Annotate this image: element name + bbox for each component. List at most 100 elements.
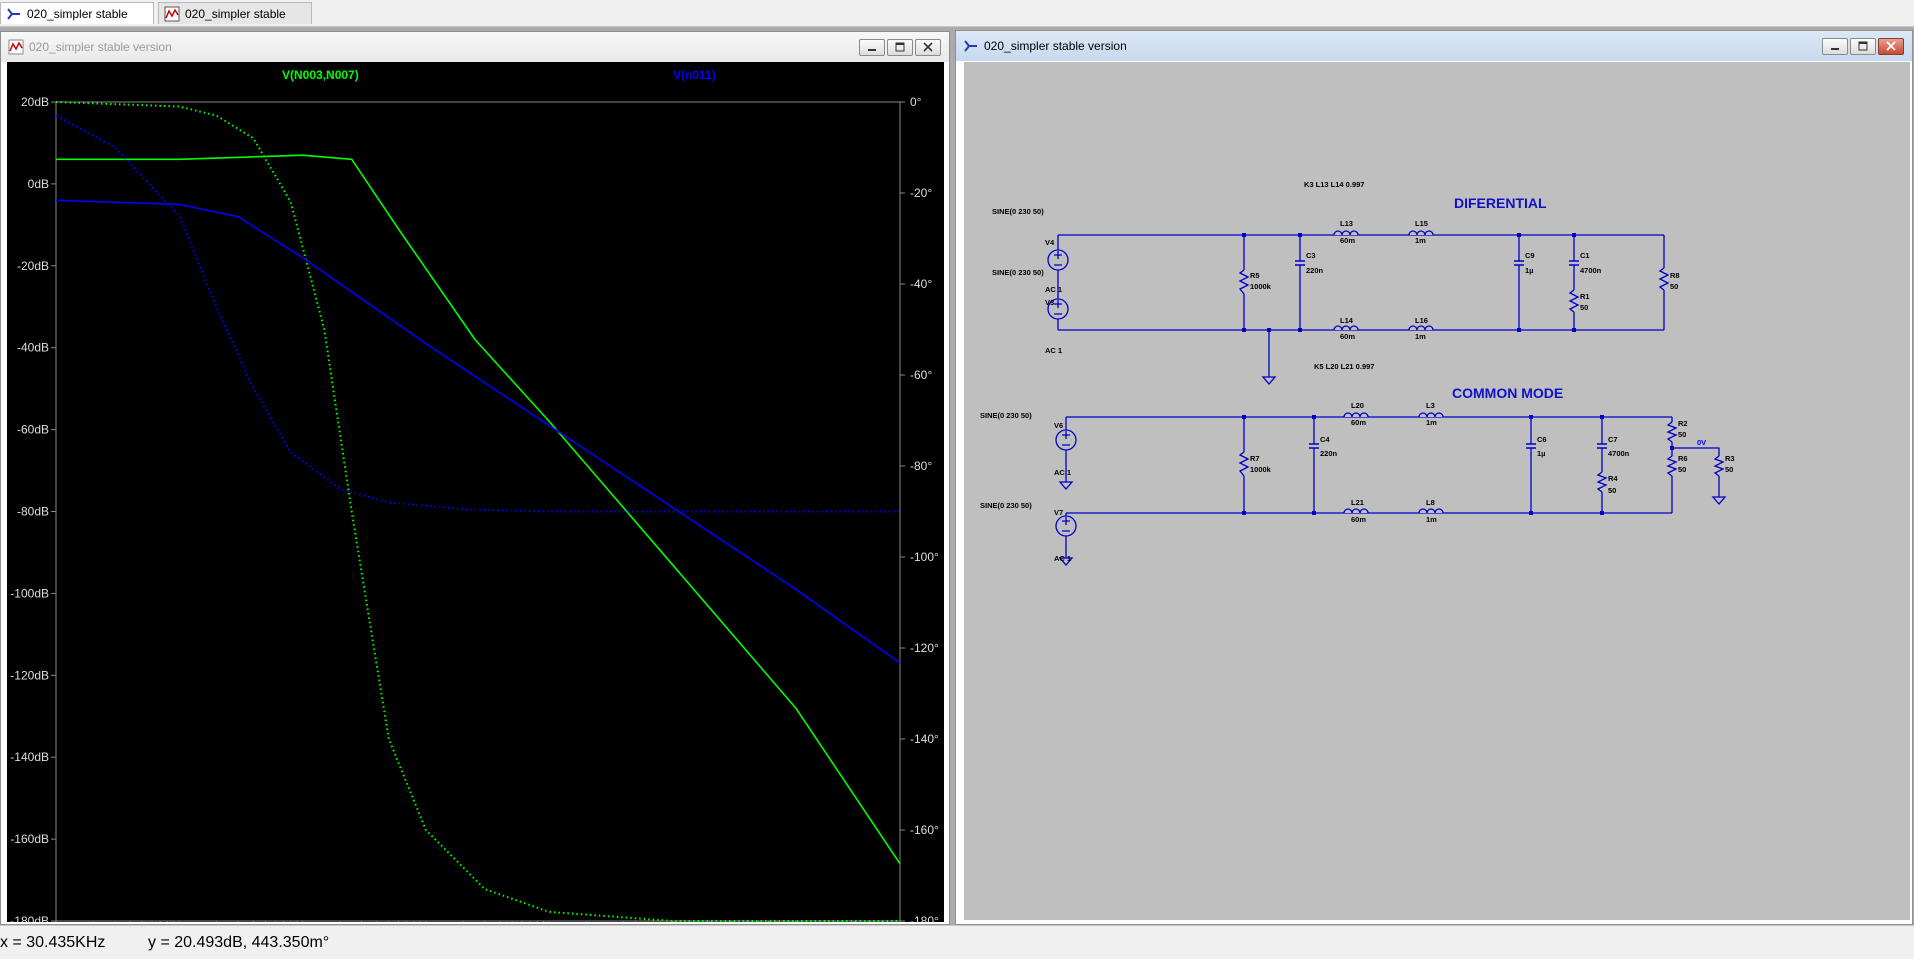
r8-value: 50 xyxy=(1670,282,1678,291)
l3-label: L3 xyxy=(1426,401,1435,410)
minimize-button[interactable] xyxy=(1822,38,1848,55)
node-voltage-label: 0V xyxy=(1697,438,1706,447)
trace-v-n003-n007-phase xyxy=(55,101,900,922)
close-button[interactable] xyxy=(915,39,941,56)
r6-value: 50 xyxy=(1678,465,1686,474)
right-tick-label: -120° xyxy=(910,641,939,655)
restore-button[interactable] xyxy=(887,39,913,56)
trace-v-n011-magnitude xyxy=(55,199,901,664)
l13-value: 60m xyxy=(1340,236,1355,245)
minimize-icon xyxy=(868,49,876,51)
schematic-window-titlebar[interactable]: 020_simpler stable version xyxy=(956,31,1912,61)
left-tick-label: 20dB xyxy=(21,95,49,109)
heading-common-mode: COMMON MODE xyxy=(1452,385,1563,401)
inductor-symbols xyxy=(1333,230,1444,514)
right-tick-label: -60° xyxy=(910,368,932,382)
l15-label: L15 xyxy=(1415,219,1428,228)
r1-value: 50 xyxy=(1580,303,1588,312)
r1-label: R1 xyxy=(1580,292,1590,301)
right-tick-label: -80° xyxy=(910,459,932,473)
v4-ac: AC 1 xyxy=(1045,285,1062,294)
status-bar: x = 30.435KHz y = 20.493dB, 443.350m° xyxy=(0,925,1914,959)
r7-value: 1000k xyxy=(1250,465,1272,474)
l14-label: L14 xyxy=(1340,316,1354,325)
schematic-canvas[interactable]: DIFERENTIAL COMMON MODE K3 L13 L14 0.997… xyxy=(964,62,1910,920)
left-tick-label: -120dB xyxy=(10,668,49,682)
right-tick-label: -40° xyxy=(910,277,932,291)
v4-label: V4 xyxy=(1045,238,1055,247)
right-tick-label: -140° xyxy=(910,732,939,746)
left-tick-label: -180dB xyxy=(10,914,49,922)
trace-label-v-n011: V(n011) xyxy=(673,68,716,82)
minimize-button[interactable] xyxy=(859,39,885,56)
r3-label: R3 xyxy=(1725,454,1735,463)
left-tick-label: 0dB xyxy=(28,177,49,191)
right-tick-label: -180° xyxy=(910,914,939,922)
c4-label: C4 xyxy=(1320,435,1330,444)
mdi-workspace: 020_simpler stable version 20dB 0dB -20dB -… xyxy=(0,27,1914,925)
v3-sine: SINE(0 230 50) xyxy=(992,268,1044,277)
right-tick-label: 0° xyxy=(910,95,922,109)
l8-value: 1m xyxy=(1426,515,1437,524)
document-tab-bar: 020_simpler stable version 020_simpler s… xyxy=(0,0,1914,43)
r8-label: R8 xyxy=(1670,271,1680,280)
left-tick-label: -60dB xyxy=(17,423,49,437)
left-tick-label: -80dB xyxy=(17,505,49,519)
l14-value: 60m xyxy=(1340,332,1355,341)
waveform-icon xyxy=(8,39,24,55)
resistor-symbols xyxy=(1238,267,1725,493)
r4-value: 50 xyxy=(1608,486,1616,495)
capacitor-symbols xyxy=(1295,260,1607,449)
v7-ac: AC 1 xyxy=(1054,554,1071,563)
close-icon xyxy=(1886,41,1896,51)
l16-label: L16 xyxy=(1415,316,1428,325)
tab-waveform[interactable]: 020_simpler stable version xyxy=(158,2,312,43)
l21-label: L21 xyxy=(1351,498,1364,507)
bode-plot[interactable]: 20dB 0dB -20dB -40dB -60dB -80dB -100dB -120dB -… xyxy=(7,62,944,922)
close-icon xyxy=(923,42,933,52)
close-button[interactable] xyxy=(1878,38,1904,55)
waveform-icon xyxy=(164,6,180,22)
v3-ac: AC 1 xyxy=(1045,346,1062,355)
c3-value: 220n xyxy=(1306,266,1324,275)
restore-icon xyxy=(1858,41,1868,51)
left-tick-label: -140dB xyxy=(10,750,49,764)
schematic-drawing[interactable]: DIFERENTIAL COMMON MODE K3 L13 L14 0.997… xyxy=(964,62,1910,920)
left-tick-label: -160dB xyxy=(10,832,49,846)
l21-value: 60m xyxy=(1351,515,1366,524)
restore-icon xyxy=(895,42,905,52)
schematic-window[interactable]: 020_simpler stable version DIFERENTIAL C… xyxy=(955,30,1913,925)
c4-value: 220n xyxy=(1320,449,1338,458)
v7-sine: SINE(0 230 50) xyxy=(980,501,1032,510)
plot-pane[interactable]: 20dB 0dB -20dB -40dB -60dB -80dB -100dB -120dB -… xyxy=(7,62,944,922)
waveform-window-titlebar[interactable]: 020_simpler stable version xyxy=(1,32,949,62)
r5-label: R5 xyxy=(1250,271,1260,280)
r3-value: 50 xyxy=(1725,465,1733,474)
l16-value: 1m xyxy=(1415,332,1426,341)
schematic-icon xyxy=(964,40,977,52)
v6-ac: AC 1 xyxy=(1054,468,1071,477)
c7-label: C7 xyxy=(1608,435,1618,444)
left-tick-label: -20dB xyxy=(17,259,49,273)
schematic-icon xyxy=(7,8,20,20)
trace-v-n003-n007-magnitude xyxy=(56,154,901,865)
c6-label: C6 xyxy=(1537,435,1547,444)
l20-label: L20 xyxy=(1351,401,1364,410)
right-tick-label: -160° xyxy=(910,823,939,837)
waveform-window[interactable]: 020_simpler stable version 20dB 0dB -20dB -… xyxy=(0,31,950,925)
heading-diferential: DIFERENTIAL xyxy=(1454,195,1547,211)
v6-label: V6 xyxy=(1054,421,1063,430)
tab-schematic[interactable]: 020_simpler stable version xyxy=(0,2,154,43)
c3-label: C3 xyxy=(1306,251,1316,260)
r6-label: R6 xyxy=(1678,454,1688,463)
l3-value: 1m xyxy=(1426,418,1437,427)
left-tick-label: -100dB xyxy=(10,586,49,600)
right-tick-label: -20° xyxy=(910,186,932,200)
c9-value: 1µ xyxy=(1525,266,1534,275)
v7-label: V7 xyxy=(1054,508,1063,517)
restore-button[interactable] xyxy=(1850,38,1876,55)
c7-value: 4700n xyxy=(1608,449,1630,458)
l8-label: L8 xyxy=(1426,498,1435,507)
v6-sine: SINE(0 230 50) xyxy=(980,411,1032,420)
trace-v-n011-phase xyxy=(55,114,900,513)
